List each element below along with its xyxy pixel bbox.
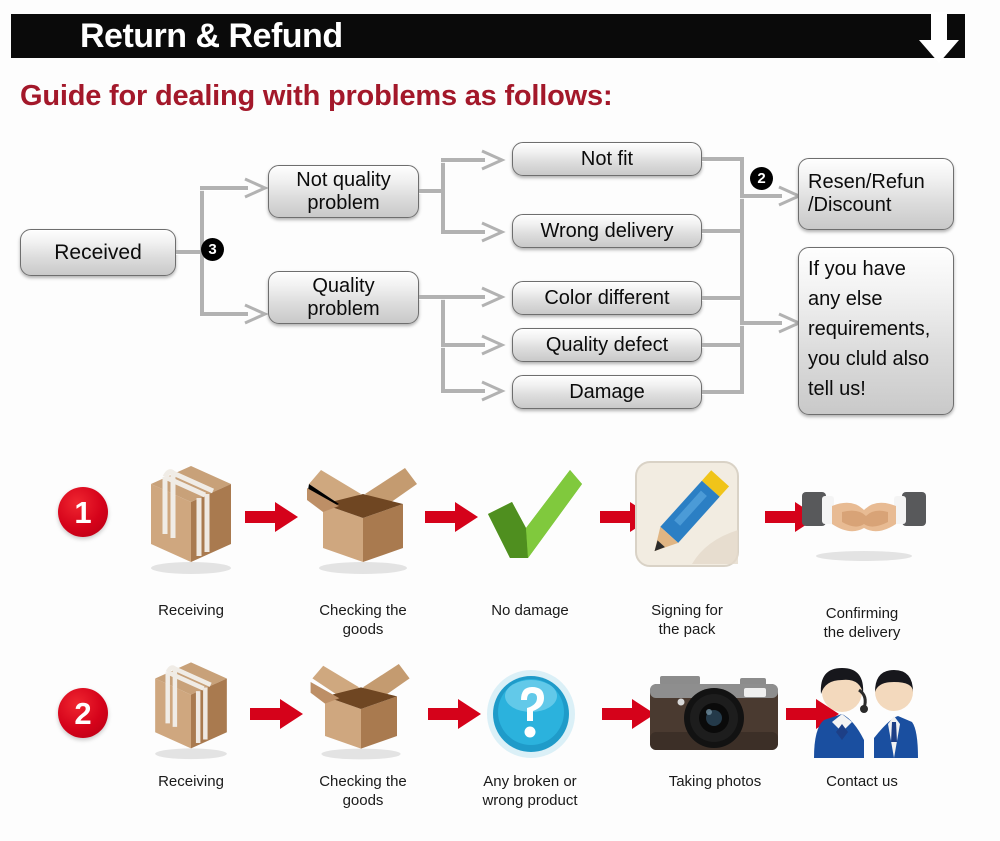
flow-box-quality-problem: Quality problem <box>268 271 419 324</box>
closed-box-icon <box>155 662 227 760</box>
connector <box>441 343 485 347</box>
flow-box-label: Quality problem <box>307 274 380 320</box>
flow-box-label: Wrong delivery <box>540 219 674 242</box>
red-arrow-icon <box>428 699 481 729</box>
row-number-1: 1 <box>58 487 108 537</box>
down-arrow-icon <box>919 12 959 63</box>
arrowhead-icon <box>481 286 506 308</box>
flow-box-wrong-delivery: Wrong delivery <box>512 214 702 248</box>
flow-box-color-different: Color different <box>512 281 702 315</box>
connector <box>200 186 248 190</box>
question-mark-icon <box>487 670 575 758</box>
page-title: Return & Refund <box>80 17 343 55</box>
pencil-signing-icon <box>635 461 739 567</box>
connector <box>702 157 744 161</box>
connector <box>200 312 248 316</box>
support-staff-icon <box>814 668 918 758</box>
connector <box>441 230 485 234</box>
connector <box>441 158 485 162</box>
red-arrow-icon <box>245 502 298 532</box>
red-arrow-icon <box>250 699 303 729</box>
step-caption: Taking photos <box>668 773 762 790</box>
step-caption: Confirming the delivery <box>823 605 901 641</box>
arrowhead-icon <box>481 334 506 356</box>
step-caption: Checking the goods <box>319 602 407 638</box>
flow-box-label: Damage <box>569 380 645 403</box>
flow-box-label: Quality defect <box>545 333 669 356</box>
flow-box-label: If you have any else requirements, you c… <box>808 258 931 400</box>
arrowhead-icon <box>481 149 506 171</box>
step-badge-2: 2 <box>750 167 773 190</box>
step-badge-3: 3 <box>201 238 224 261</box>
handshake-icon <box>802 492 926 561</box>
connector <box>702 390 744 394</box>
step-caption: Receiving <box>158 773 224 790</box>
flow-box-label: Not fit <box>580 147 634 170</box>
connector <box>441 389 485 393</box>
arrowhead-icon <box>244 177 269 199</box>
flow-box-label: Resen/Refun /Discount <box>808 171 925 216</box>
connector <box>441 158 445 234</box>
connector <box>702 343 744 347</box>
camera-icon <box>650 676 778 750</box>
step-caption: Checking the goods <box>319 773 407 809</box>
flow-box-label: Color different <box>544 286 670 309</box>
step-caption: Contact us <box>826 773 898 790</box>
arrowhead-icon <box>481 221 506 243</box>
open-box-icon <box>307 468 417 574</box>
open-box-icon <box>310 664 410 760</box>
connector <box>740 194 782 198</box>
flow-box-not-fit: Not fit <box>512 142 702 176</box>
guide-heading: Guide for dealing with problems as follo… <box>20 80 613 112</box>
step-caption: No damage <box>491 602 569 619</box>
connector <box>702 229 744 233</box>
arrowhead-icon <box>481 380 506 402</box>
closed-box-icon <box>151 466 231 574</box>
connector <box>441 295 485 299</box>
step-caption: Signing for the pack <box>651 602 723 638</box>
flow-box-not-quality-problem: Not quality problem <box>268 165 419 218</box>
step-caption: Any broken or wrong product <box>482 773 578 809</box>
step-caption: Receiving <box>158 602 224 619</box>
red-arrow-icon <box>425 502 478 532</box>
flow-box-damage: Damage <box>512 375 702 409</box>
connector <box>702 296 744 300</box>
connector <box>740 157 744 394</box>
flow-box-other-requirements: If you have any else requirements, you c… <box>798 247 954 415</box>
flow-box-received: Received <box>20 229 176 276</box>
connector <box>176 250 202 254</box>
row-number-2: 2 <box>58 688 108 738</box>
flow-box-quality-defect: Quality defect <box>512 328 702 362</box>
arrowhead-icon <box>244 303 269 325</box>
flow-box-resend-refund-discount: Resen/Refun /Discount <box>798 158 954 230</box>
flow-box-label: Not quality problem <box>296 168 391 214</box>
connector <box>740 321 782 325</box>
flow-box-label: Received <box>54 241 142 264</box>
green-check-icon <box>488 470 582 558</box>
